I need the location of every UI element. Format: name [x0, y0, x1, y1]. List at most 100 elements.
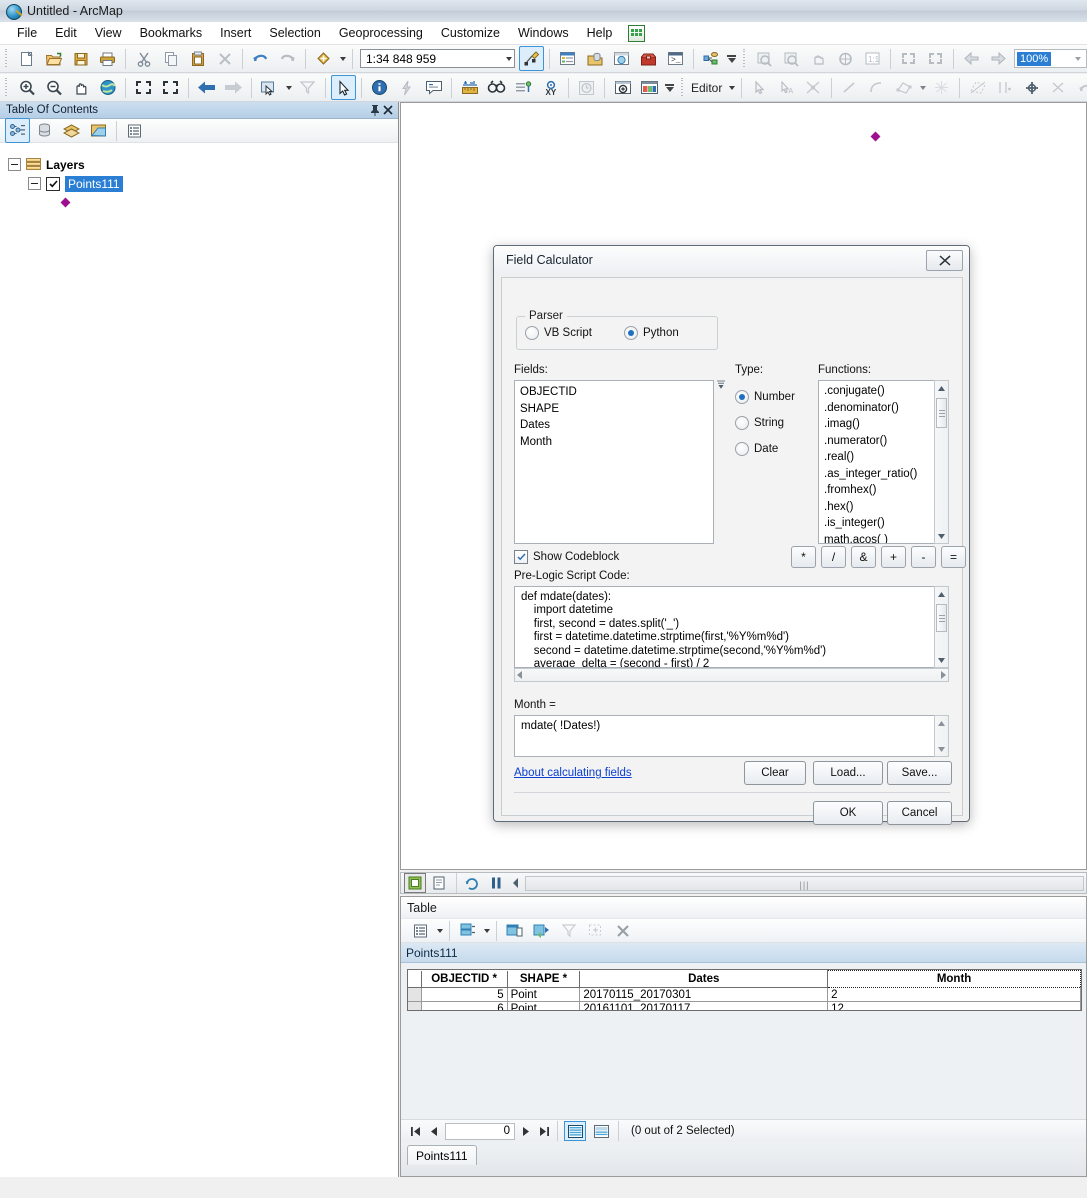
show-codeblock-checkbox[interactable]: [514, 550, 528, 564]
close-icon[interactable]: [381, 104, 394, 117]
menu-item-customize[interactable]: Customize: [432, 23, 509, 43]
print-icon[interactable]: [95, 46, 120, 71]
next-page-icon[interactable]: [986, 46, 1011, 71]
list-by-drawing-order-icon[interactable]: [5, 118, 30, 143]
scrollbar-thumb[interactable]: [936, 398, 947, 428]
catalog-window-icon[interactable]: [582, 46, 607, 71]
menu-item-insert[interactable]: Insert: [211, 23, 260, 43]
table-options-icon[interactable]: [408, 918, 433, 943]
field-item-objectid[interactable]: OBJECTID: [520, 384, 713, 401]
copy-icon[interactable]: [158, 46, 183, 71]
prelogic-horizontal-scrollbar[interactable]: [514, 668, 949, 682]
toolbar-overflow-icon[interactable]: [663, 77, 676, 99]
straight-segment-icon[interactable]: [837, 75, 862, 100]
type-radio-number[interactable]: [735, 390, 749, 404]
type-radio-date[interactable]: [735, 442, 749, 456]
functions-listbox[interactable]: .conjugate() .denominator() .imag() .num…: [818, 380, 949, 544]
type-option-string[interactable]: String: [735, 416, 784, 430]
trace-tool-icon[interactable]: [891, 75, 916, 100]
column-header-month[interactable]: Month: [827, 970, 1081, 988]
type-radio-string[interactable]: [735, 416, 749, 430]
parser-radio-python[interactable]: [623, 326, 638, 340]
type-option-number[interactable]: Number: [735, 390, 795, 404]
menu-item-selection[interactable]: Selection: [260, 23, 329, 43]
row-select-cell[interactable]: [408, 987, 422, 1002]
menu-item-file[interactable]: File: [8, 23, 46, 43]
zoom-in-layout-icon[interactable]: [752, 46, 777, 71]
scroll-left-icon[interactable]: [509, 876, 523, 891]
menu-item-windows[interactable]: Windows: [509, 23, 578, 43]
model-builder-icon[interactable]: [699, 46, 724, 71]
list-by-source-icon[interactable]: [32, 118, 57, 143]
operator-equals-button[interactable]: =: [941, 546, 966, 568]
layout-view-icon[interactable]: [428, 873, 450, 893]
function-item-denominator[interactable]: .denominator(): [824, 400, 948, 417]
scroll-up-icon[interactable]: [935, 716, 948, 730]
zoom-to-selected-icon[interactable]: [583, 918, 608, 943]
paste-icon[interactable]: [185, 46, 210, 71]
trace-dropdown-icon[interactable]: [917, 76, 928, 99]
table-options-dropdown-icon[interactable]: [434, 919, 445, 942]
map-scale-combo[interactable]: 1:34 848 959: [360, 49, 515, 68]
save-document-icon[interactable]: [68, 46, 93, 71]
column-header-objectid[interactable]: OBJECTID *: [421, 970, 508, 988]
open-document-icon[interactable]: [41, 46, 66, 71]
undo-icon[interactable]: [248, 46, 273, 71]
save-button[interactable]: Save...: [887, 761, 952, 785]
arctoolbox-icon[interactable]: [636, 46, 661, 71]
identify-icon[interactable]: [367, 75, 392, 100]
search-window-icon[interactable]: [609, 46, 634, 71]
list-by-selection-icon[interactable]: [86, 118, 111, 143]
scroll-down-icon[interactable]: [935, 742, 948, 756]
python-window-icon[interactable]: >_: [663, 46, 688, 71]
expression-vertical-scrollbar[interactable]: [934, 715, 949, 757]
function-item-imag[interactable]: .imag(): [824, 416, 948, 433]
delete-selected-icon[interactable]: [610, 918, 635, 943]
undo-edit-icon[interactable]: [1073, 75, 1087, 100]
function-item-math-acos[interactable]: math.acos( ): [824, 532, 948, 544]
function-item-real[interactable]: .real(): [824, 449, 948, 466]
arc-segment-icon[interactable]: [864, 75, 889, 100]
expression-textarea[interactable]: mdate( !Dates!): [514, 715, 935, 757]
edit-tool-icon[interactable]: [747, 75, 772, 100]
operator-and-button[interactable]: &: [851, 546, 876, 568]
show-selected-records-icon[interactable]: [590, 1121, 612, 1141]
cut-polygons-icon[interactable]: [965, 75, 990, 100]
pan-icon[interactable]: [68, 75, 93, 100]
prelogic-script-textarea[interactable]: def mdate(dates): import datetime first,…: [514, 586, 935, 668]
select-features-icon[interactable]: [257, 75, 282, 100]
scroll-down-icon[interactable]: [935, 653, 948, 667]
go-back-extent-icon[interactable]: [194, 75, 219, 100]
zoom-out-icon[interactable]: [41, 75, 66, 100]
close-icon[interactable]: [926, 249, 963, 271]
pause-drawing-icon[interactable]: [485, 873, 507, 893]
switch-selection-icon[interactable]: [529, 918, 554, 943]
function-item-numerator[interactable]: .numerator(): [824, 433, 948, 450]
add-data-icon[interactable]: [311, 46, 336, 71]
table-layer-tab[interactable]: Points111: [401, 943, 1086, 963]
row-select-header[interactable]: [408, 970, 422, 988]
field-item-shape[interactable]: SHAPE: [520, 401, 713, 418]
split-tool-icon[interactable]: [992, 75, 1017, 100]
cancel-button[interactable]: Cancel: [887, 801, 952, 825]
operator-minus-button[interactable]: -: [911, 546, 936, 568]
related-tables-icon[interactable]: [455, 918, 480, 943]
field-item-month[interactable]: Month: [520, 434, 713, 451]
scrollbar-thumb[interactable]: [936, 604, 947, 632]
fixed-zoom-out-page-icon[interactable]: [923, 46, 948, 71]
map-point-feature[interactable]: [870, 131, 881, 142]
clear-button[interactable]: Clear: [744, 761, 806, 785]
data-view-icon[interactable]: [404, 873, 426, 893]
measure-icon[interactable]: [457, 75, 482, 100]
toolbar-grip[interactable]: [741, 48, 748, 69]
cut-icon[interactable]: [131, 46, 156, 71]
go-to-xy-icon[interactable]: XY: [538, 75, 563, 100]
pan-layout-icon[interactable]: [806, 46, 831, 71]
fields-dropdown-icon[interactable]: [716, 380, 726, 390]
select-all-icon[interactable]: [502, 918, 527, 943]
parser-radio-vbscript[interactable]: [525, 326, 539, 340]
functions-scrollbar[interactable]: [934, 380, 949, 544]
table-document-tab[interactable]: Points111: [407, 1145, 477, 1165]
collapse-icon[interactable]: [28, 177, 41, 190]
toc-options-icon[interactable]: [122, 118, 147, 143]
